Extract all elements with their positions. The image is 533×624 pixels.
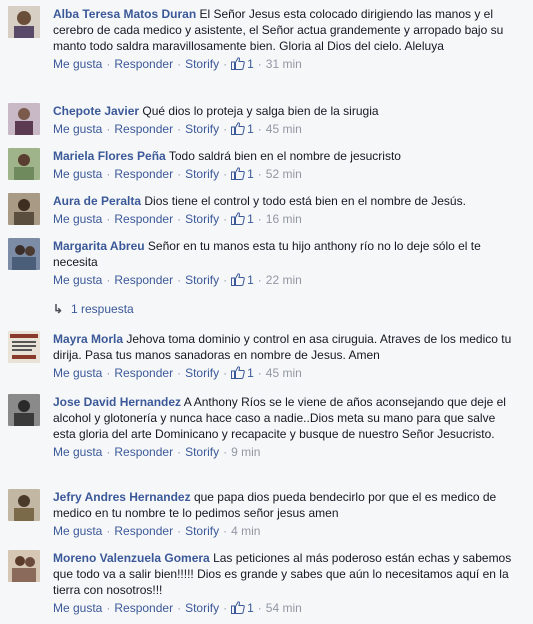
comment-author[interactable]: Margarita Abreu — [53, 239, 145, 253]
like-link[interactable]: Me gusta — [53, 601, 102, 615]
timestamp[interactable]: 16 min — [266, 212, 302, 226]
thumbs-up-icon — [231, 211, 245, 231]
like-link[interactable]: Me gusta — [53, 122, 102, 136]
thumbs-up-icon — [231, 56, 245, 76]
comment-author[interactable]: Mayra Morla — [53, 332, 123, 346]
avatar[interactable] — [8, 103, 40, 135]
like-link[interactable]: Me gusta — [53, 273, 102, 287]
reply-link[interactable]: Responder — [114, 122, 173, 136]
like-count[interactable]: 1 — [231, 122, 254, 136]
timestamp[interactable]: 31 min — [266, 57, 302, 71]
timestamp[interactable]: 4 min — [231, 524, 260, 538]
storify-link[interactable]: Storify — [185, 57, 219, 71]
like-count[interactable]: 1 — [231, 273, 254, 287]
like-link[interactable]: Me gusta — [53, 524, 102, 538]
comment-actions: Me gusta · Responder · Storify · 1 · 52 min — [53, 164, 521, 186]
comment-actions: Me gusta · Responder · Storify · 1 · 22 min — [53, 270, 521, 292]
reply-link[interactable]: Responder — [114, 273, 173, 287]
avatar[interactable] — [8, 193, 40, 225]
like-link[interactable]: Me gusta — [53, 167, 102, 181]
reply-link[interactable]: Responder — [114, 524, 173, 538]
avatar[interactable] — [8, 6, 40, 38]
reply-link[interactable]: Responder — [114, 212, 173, 226]
timestamp[interactable]: 45 min — [266, 366, 302, 380]
reply-link[interactable]: Responder — [114, 366, 173, 380]
comment-author[interactable]: Mariela Flores Peña — [53, 149, 166, 163]
timestamp[interactable]: 22 min — [266, 273, 302, 287]
comment-author[interactable]: Chepote Javier — [53, 104, 139, 118]
storify-link[interactable]: Storify — [185, 122, 219, 136]
storify-link[interactable]: Storify — [185, 167, 219, 181]
avatar[interactable] — [8, 550, 40, 582]
like-link[interactable]: Me gusta — [53, 366, 102, 380]
timestamp[interactable]: 9 min — [231, 445, 260, 459]
comment-author[interactable]: Aura de Peralta — [53, 194, 141, 208]
avatar[interactable] — [8, 489, 40, 521]
comment-text: Todo saldrá bien en el nombre de jesucri… — [168, 149, 401, 163]
thumbs-up-icon — [231, 365, 245, 385]
storify-link[interactable]: Storify — [185, 601, 219, 615]
comment-author[interactable]: Jose David Hernandez — [53, 395, 181, 409]
like-count[interactable]: 1 — [231, 366, 254, 380]
like-count[interactable]: 1 — [231, 57, 254, 71]
avatar[interactable] — [8, 148, 40, 180]
comment-actions: Me gusta · Responder · Storify · 4 min — [53, 524, 261, 538]
comment-author[interactable]: Alba Teresa Matos Duran — [53, 7, 196, 21]
reply-link[interactable]: Responder — [114, 167, 173, 181]
reply-link[interactable]: Responder — [114, 445, 173, 459]
thumbs-up-icon — [231, 166, 245, 186]
avatar[interactable] — [8, 238, 40, 270]
comment-text: Dios tiene el control y todo está bien e… — [144, 194, 466, 208]
storify-link[interactable]: Storify — [185, 273, 219, 287]
reply-link[interactable]: Responder — [114, 601, 173, 615]
reply-link[interactable]: Responder — [114, 57, 173, 71]
thumbs-up-icon — [231, 600, 245, 620]
view-replies-link[interactable]: ↳ 1 respuesta — [53, 301, 134, 317]
timestamp[interactable]: 54 min — [266, 601, 302, 615]
storify-link[interactable]: Storify — [185, 366, 219, 380]
thumbs-up-icon — [231, 121, 245, 141]
comment-actions: Me gusta · Responder · Storify · 9 min — [53, 445, 261, 459]
like-link[interactable]: Me gusta — [53, 445, 102, 459]
like-link[interactable]: Me gusta — [53, 57, 102, 71]
reply-arrow-icon: ↳ — [53, 302, 64, 316]
like-count[interactable]: 1 — [231, 212, 254, 226]
comment-author[interactable]: Jefry Andres Hernandez — [53, 490, 191, 504]
like-link[interactable]: Me gusta — [53, 212, 102, 226]
comment-actions: Me gusta · Responder · Storify · 1 · 45 min — [53, 119, 521, 141]
storify-link[interactable]: Storify — [185, 212, 219, 226]
avatar[interactable] — [8, 331, 40, 363]
timestamp[interactable]: 45 min — [266, 122, 302, 136]
comment-author[interactable]: Moreno Valenzuela Gomera — [53, 551, 210, 565]
storify-link[interactable]: Storify — [185, 445, 219, 459]
replies-count[interactable]: 1 respuesta — [71, 302, 134, 316]
avatar[interactable] — [8, 394, 40, 426]
storify-link[interactable]: Storify — [185, 524, 219, 538]
comment-text: Qué dios lo proteja y salga bien de la s… — [142, 104, 379, 118]
comment-actions: Me gusta · Responder · Storify · 1 · 54 min — [53, 598, 521, 620]
timestamp[interactable]: 52 min — [266, 167, 302, 181]
thumbs-up-icon — [231, 272, 245, 292]
like-count[interactable]: 1 — [231, 167, 254, 181]
comment-actions: Me gusta · Responder · Storify · 1 · 45 min — [53, 363, 521, 385]
comment-actions: Me gusta · Responder · Storify · 1 · 16 min — [53, 209, 521, 231]
comment-actions: Me gusta · Responder · Storify · 1 · 31 min — [53, 54, 521, 76]
like-count[interactable]: 1 — [231, 601, 254, 615]
